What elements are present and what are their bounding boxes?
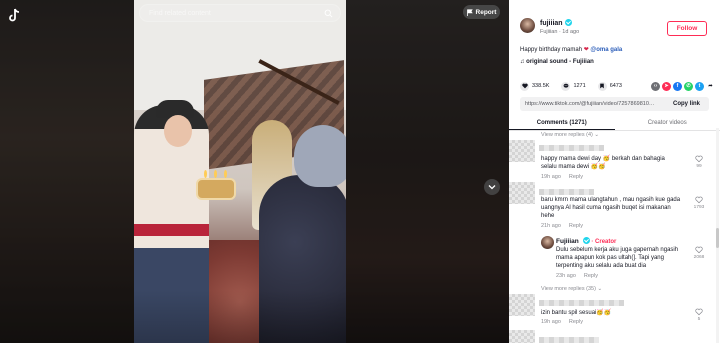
comment-meta: 19h ago Reply bbox=[541, 319, 591, 325]
view-more-replies[interactable]: View more replies (35) ⌄ bbox=[541, 286, 602, 292]
comment-meta: 19h ago Reply bbox=[541, 174, 591, 180]
candle-flame bbox=[224, 170, 227, 178]
comment-avatar-censored[interactable] bbox=[509, 182, 535, 204]
copy-link-button[interactable]: Copy link bbox=[673, 101, 700, 107]
report-button[interactable]: Report bbox=[463, 5, 500, 19]
candle-flame bbox=[214, 170, 217, 178]
engagement-bar: 338.5K 1271 6473 ‹› ➤ f ✆ t ➦ bbox=[520, 80, 715, 92]
twitter-icon[interactable]: t bbox=[695, 81, 704, 91]
search-placeholder: Find related content bbox=[149, 10, 211, 17]
save-count: 6473 bbox=[609, 83, 622, 89]
comment-meta: 23h ago Reply bbox=[556, 273, 606, 279]
comment-count: 1271 bbox=[573, 83, 586, 89]
video-pane: Find related content Report bbox=[0, 0, 509, 343]
comment-username-censored[interactable] bbox=[539, 337, 599, 343]
details-panel: fujiiian Fujiiian · 1d ago Follow Happy … bbox=[509, 0, 720, 343]
panel-tabs: Comments (1271) Creator videos bbox=[509, 117, 720, 131]
video-face bbox=[164, 115, 192, 147]
reply-button[interactable]: Reply bbox=[569, 319, 583, 325]
search-icon[interactable] bbox=[324, 9, 333, 18]
like-stat[interactable]: 338.5K bbox=[520, 81, 550, 91]
comment-stat[interactable]: 1271 bbox=[561, 81, 586, 91]
candle-flame bbox=[204, 170, 207, 178]
like-count: 338.5K bbox=[532, 83, 550, 89]
sound-link[interactable]: ♫ original sound - Fujiiian bbox=[520, 59, 594, 65]
heart-outline-icon[interactable] bbox=[695, 308, 703, 316]
comment-text: baru kmrn mama ulangtahun , mau ngasih k… bbox=[541, 197, 681, 219]
heart-outline-icon[interactable] bbox=[695, 155, 703, 163]
reply-author[interactable]: Fujiiian · Creator bbox=[556, 237, 616, 245]
comment-avatar-censored[interactable] bbox=[509, 294, 535, 316]
tab-comments[interactable]: Comments (1271) bbox=[509, 117, 615, 130]
sound-label: original sound - Fujiiian bbox=[526, 59, 594, 65]
comments-list: View more replies (4) ⌄ happy mama dewi … bbox=[509, 132, 720, 343]
verified-icon bbox=[582, 237, 590, 244]
comment-username-censored[interactable] bbox=[539, 145, 604, 151]
caption-text: Happy birthday mamah bbox=[520, 47, 583, 53]
chevron-down-icon bbox=[488, 185, 496, 190]
reply-button[interactable]: Reply bbox=[569, 174, 583, 180]
video-cake bbox=[196, 178, 236, 200]
share-icons: ‹› ➤ f ✆ t ➦ bbox=[651, 81, 715, 91]
comment-like-count: 5 bbox=[697, 317, 701, 322]
comment-text: izin bantu spil sesuai🥳🥳 bbox=[541, 310, 612, 316]
comment-username-censored[interactable] bbox=[539, 189, 594, 195]
comment-like-count: 1793 bbox=[693, 205, 705, 210]
comment-avatar-censored[interactable] bbox=[509, 140, 535, 162]
author-subtitle: Fujiiian · 1d ago bbox=[540, 29, 580, 35]
author-name-text: fujiiian bbox=[540, 20, 563, 27]
comments-scrollbar[interactable] bbox=[716, 128, 719, 343]
reply-button[interactable]: Reply bbox=[584, 273, 598, 279]
video-link[interactable]: https://www.tiktok.com/@fujiiian/video/7… bbox=[520, 101, 670, 107]
creator-badge: · Creator bbox=[591, 239, 617, 245]
embed-icon[interactable]: ‹› bbox=[651, 81, 660, 91]
comment-date: 21h ago bbox=[541, 223, 561, 229]
video-caption: Happy birthday mamah ❤ @oma gala bbox=[520, 46, 622, 53]
heart-emoji: ❤ bbox=[583, 47, 589, 53]
heart-outline-icon[interactable] bbox=[695, 196, 703, 204]
tab-creator-videos[interactable]: Creator videos bbox=[615, 117, 720, 130]
author-name[interactable]: fujiiian bbox=[540, 19, 572, 27]
reply-author-name: Fujiiian bbox=[556, 238, 579, 245]
next-video-button[interactable] bbox=[484, 179, 500, 195]
comment-text: happy mama dewi day 🥳 berkah dan bahagia… bbox=[541, 156, 665, 170]
comment-date: 19h ago bbox=[541, 319, 561, 325]
comment-date: 19h ago bbox=[541, 174, 561, 180]
reply-text: Dulu sebelum kerja aku juga gapernah nga… bbox=[556, 247, 679, 269]
bookmark-icon[interactable] bbox=[597, 81, 607, 91]
report-label: Report bbox=[475, 8, 497, 16]
send-to-friends-icon[interactable]: ➤ bbox=[662, 81, 671, 91]
close-icon[interactable] bbox=[6, 6, 24, 24]
search-input[interactable]: Find related content bbox=[139, 4, 341, 22]
save-stat[interactable]: 6473 bbox=[597, 81, 622, 91]
blurred-background-left bbox=[0, 0, 134, 343]
video-hijab bbox=[294, 125, 346, 187]
comment-avatar-censored[interactable] bbox=[509, 330, 535, 343]
comment-date: 23h ago bbox=[556, 273, 576, 279]
video-link-box: https://www.tiktok.com/@fujiiian/video/7… bbox=[520, 97, 709, 111]
avatar[interactable] bbox=[541, 236, 554, 249]
video-shadow bbox=[134, 290, 346, 343]
flag-icon bbox=[466, 8, 473, 16]
whatsapp-icon[interactable]: ✆ bbox=[684, 81, 693, 91]
reply-button[interactable]: Reply bbox=[569, 223, 583, 229]
comment-icon[interactable] bbox=[561, 81, 571, 91]
facebook-icon[interactable]: f bbox=[673, 81, 682, 91]
heart-outline-icon[interactable] bbox=[695, 246, 703, 254]
avatar[interactable] bbox=[520, 18, 535, 33]
view-more-replies[interactable]: View more replies (4) ⌄ bbox=[541, 132, 599, 138]
comment-meta: 21h ago Reply bbox=[541, 223, 591, 229]
scroll-thumb[interactable] bbox=[716, 228, 719, 248]
share-arrow-icon[interactable]: ➦ bbox=[706, 81, 715, 91]
comment-username-censored[interactable] bbox=[539, 300, 624, 306]
verified-icon bbox=[564, 19, 572, 26]
mention-link[interactable]: @oma gala bbox=[590, 47, 622, 53]
follow-button[interactable]: Follow bbox=[667, 21, 707, 36]
comment-like-count: 99 bbox=[696, 164, 702, 169]
blurred-background-right bbox=[346, 0, 509, 343]
comment-like-count: 2068 bbox=[693, 255, 705, 260]
video-player[interactable] bbox=[134, 0, 346, 343]
heart-icon[interactable] bbox=[520, 81, 529, 91]
